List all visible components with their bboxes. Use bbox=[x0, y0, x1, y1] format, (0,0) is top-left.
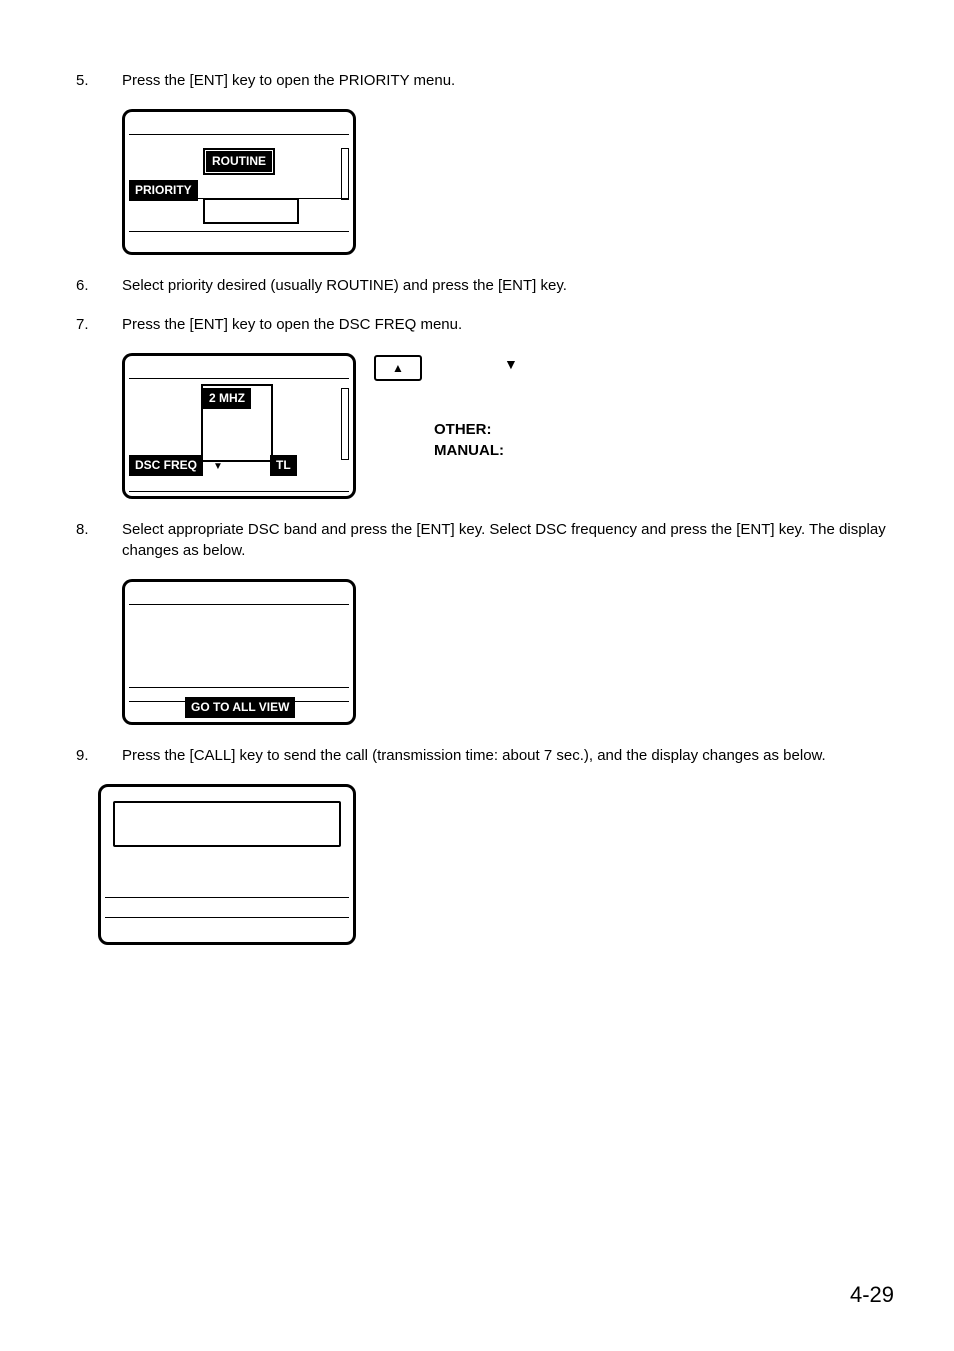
goto-label: GO TO ALL VIEW bbox=[185, 697, 295, 718]
step-number: 8. bbox=[60, 519, 122, 561]
step-text: Press the [ENT] key to open the DSC FREQ… bbox=[122, 314, 894, 335]
other-label: OTHER: bbox=[434, 419, 504, 440]
step-number: 7. bbox=[60, 314, 122, 335]
page-number: 4-29 bbox=[850, 1280, 894, 1311]
step-number: 6. bbox=[60, 275, 122, 296]
step-number: 5. bbox=[60, 70, 122, 91]
step-number: 9. bbox=[60, 745, 122, 766]
dscfreq-label: DSC FREQ bbox=[129, 455, 203, 476]
lcd-sending bbox=[98, 784, 356, 945]
down-arrow-icon: ▼ bbox=[213, 460, 223, 474]
down-arrow-icon: ▼ bbox=[504, 355, 518, 375]
lcd-priority: ROUTINE PRIORITY bbox=[122, 109, 356, 255]
manual-label: MANUAL: bbox=[434, 440, 504, 461]
lcd-goto: GO TO ALL VIEW bbox=[122, 579, 356, 725]
step-text: Press the [CALL] key to send the call (t… bbox=[122, 745, 894, 766]
lcd-dscfreq: 2 MHZ DSC FREQ ▼ TL bbox=[122, 353, 356, 499]
routine-pill: ROUTINE bbox=[206, 151, 272, 172]
freq-list-popup: ▲ ▼ OTHER: MANUAL: bbox=[374, 355, 504, 461]
tl-label: TL bbox=[270, 455, 297, 476]
step-text: Select appropriate DSC band and press th… bbox=[122, 519, 894, 561]
step-text: Press the [ENT] key to open the PRIORITY… bbox=[122, 70, 894, 91]
up-arrow-icon: ▲ bbox=[392, 361, 404, 375]
step-text: Select priority desired (usually ROUTINE… bbox=[122, 275, 894, 296]
